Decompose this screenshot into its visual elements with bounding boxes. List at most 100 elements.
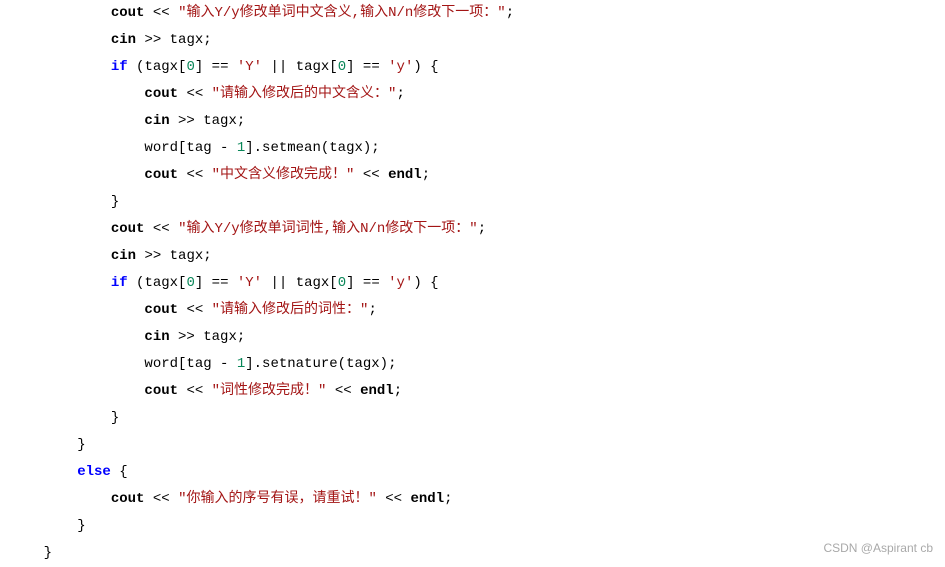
code-token: cout (144, 167, 186, 183)
code-token: cout (111, 221, 153, 237)
code-line: cout << "词性修改完成！" << endl; (10, 378, 935, 405)
code-token: << (186, 167, 203, 183)
code-token: word[tag - (144, 140, 236, 156)
code-token: 0 (186, 275, 194, 291)
code-line: cout << "输入Y/y修改单词中文含义,输入N/n修改下一项："; (10, 0, 935, 27)
code-token (354, 167, 362, 183)
code-token: ; (506, 5, 514, 21)
code-token: if (111, 275, 128, 291)
code-token: cin (111, 248, 145, 264)
code-token: { (111, 464, 128, 480)
code-token: cout (144, 302, 186, 318)
code-token (170, 221, 178, 237)
code-token: ; (478, 221, 486, 237)
code-token (203, 383, 211, 399)
code-line: if (tagx[0] == 'Y' || tagx[0] == 'y') { (10, 270, 935, 297)
code-line: word[tag - 1].setnature(tagx); (10, 351, 935, 378)
code-token: ; (396, 86, 404, 102)
code-token: || tagx[ (262, 275, 338, 291)
code-token: } (111, 194, 119, 210)
code-token: ) { (413, 275, 438, 291)
code-token: ) { (413, 59, 438, 75)
code-token: << (186, 383, 203, 399)
code-line: cin >> tagx; (10, 27, 935, 54)
code-line: cout << "输入Y/y修改单词词性,输入N/n修改下一项："; (10, 216, 935, 243)
code-token: ] == (195, 275, 237, 291)
code-token: tagx; (195, 329, 245, 345)
code-token: endl (360, 383, 394, 399)
code-token: } (77, 518, 85, 534)
code-token: 1 (237, 140, 245, 156)
code-token: ] == (346, 275, 388, 291)
code-line: cin >> tagx; (10, 324, 935, 351)
code-token: "输入Y/y修改单词中文含义,输入N/n修改下一项：" (178, 5, 506, 21)
code-token: else (77, 464, 111, 480)
code-token: << (335, 383, 352, 399)
code-token: ].setmean(tagx); (245, 140, 379, 156)
code-token: << (363, 167, 380, 183)
code-token: } (111, 410, 119, 426)
code-token: >> (178, 113, 195, 129)
code-token: tagx; (195, 113, 245, 129)
code-token: 'Y' (237, 275, 262, 291)
code-token: endl (411, 491, 445, 507)
code-token: cout (111, 5, 153, 21)
code-line: cout << "请输入修改后的中文含义："; (10, 81, 935, 108)
code-token: ; (422, 167, 430, 183)
code-token (170, 491, 178, 507)
code-token: "你输入的序号有误，请重试！" (178, 491, 377, 507)
code-token: << (186, 302, 203, 318)
code-token: cout (144, 383, 186, 399)
code-token: << (385, 491, 402, 507)
code-line: } (10, 540, 935, 567)
code-line: cin >> tagx; (10, 243, 935, 270)
code-token: "请输入修改后的中文含义：" (212, 86, 397, 102)
code-token: } (77, 437, 85, 453)
code-line: cout << "你输入的序号有误，请重试！" << endl; (10, 486, 935, 513)
code-token (326, 383, 334, 399)
code-token: ] == (346, 59, 388, 75)
code-token: cin (144, 113, 178, 129)
code-token: ; (368, 302, 376, 318)
code-line: cout << "中文含义修改完成！" << endl; (10, 162, 935, 189)
code-line: } (10, 405, 935, 432)
code-token: if (111, 59, 128, 75)
code-token: 0 (338, 275, 346, 291)
code-token (380, 167, 388, 183)
code-token: >> (178, 329, 195, 345)
code-token: ].setnature(tagx); (245, 356, 396, 372)
code-token: cout (144, 86, 186, 102)
code-token: tagx; (161, 32, 211, 48)
code-token: 0 (338, 59, 346, 75)
code-token: } (44, 545, 52, 561)
code-token: cin (144, 329, 178, 345)
code-token: (tagx[ (128, 275, 187, 291)
code-token (203, 86, 211, 102)
code-line: cout << "请输入修改后的词性："; (10, 297, 935, 324)
code-token: 1 (237, 356, 245, 372)
code-token: ; (394, 383, 402, 399)
code-line: } (10, 432, 935, 459)
code-token: >> (144, 32, 161, 48)
code-line: } (10, 189, 935, 216)
code-token: "请输入修改后的词性：" (212, 302, 369, 318)
code-token: 0 (186, 59, 194, 75)
code-token: >> (144, 248, 161, 264)
code-token: << (186, 86, 203, 102)
code-line: else { (10, 459, 935, 486)
code-token (352, 383, 360, 399)
code-token: << (153, 491, 170, 507)
code-token: cin (111, 32, 145, 48)
code-line: if (tagx[0] == 'Y' || tagx[0] == 'y') { (10, 54, 935, 81)
code-token: "中文含义修改完成！" (212, 167, 355, 183)
code-line: } (10, 513, 935, 540)
code-token: cout (111, 491, 153, 507)
code-token: ] == (195, 59, 237, 75)
code-token: ; (444, 491, 452, 507)
code-token: tagx; (161, 248, 211, 264)
code-token: << (153, 5, 170, 21)
code-token: || tagx[ (262, 59, 338, 75)
code-token (203, 302, 211, 318)
code-token: "词性修改完成！" (212, 383, 327, 399)
code-token (402, 491, 410, 507)
